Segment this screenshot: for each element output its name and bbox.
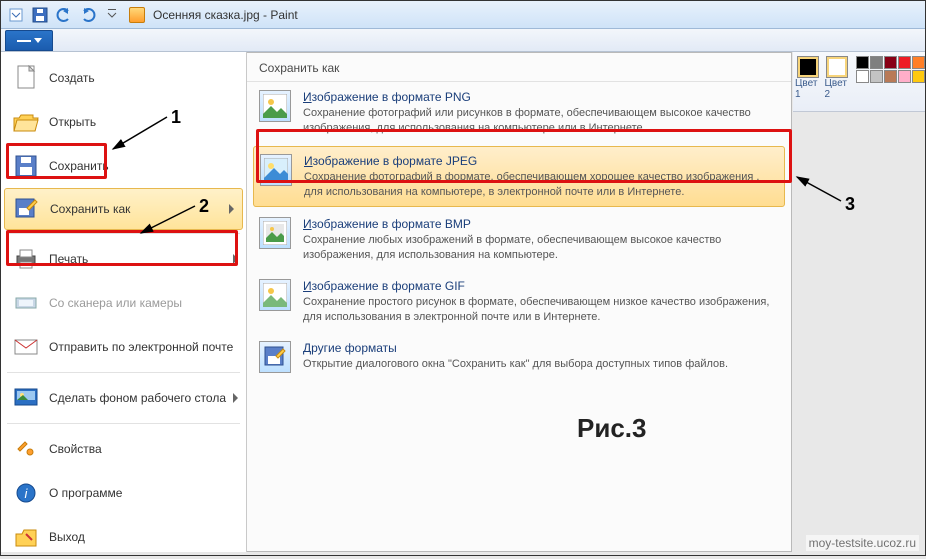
properties-icon [13,436,39,462]
format-gif[interactable]: Изображение в формате GIF Сохранение про… [247,271,791,333]
printer-icon [13,246,39,272]
exit-icon [13,524,39,550]
menu-label: Сохранить [49,159,109,173]
menu-open[interactable]: Открыть [1,100,246,144]
menu-label: Отправить по электронной почте [49,340,233,354]
file-tab-bar-icon [17,40,31,42]
email-icon [13,334,39,360]
annotation-number-3: 3 [845,194,855,215]
other-format-icon [259,341,291,373]
submenu-title: Сохранить как [247,53,791,82]
menu-label: Сделать фоном рабочего стола [49,391,226,405]
watermark: moy-testsite.ucoz.ru [806,535,919,551]
info-icon: i [13,480,39,506]
window-title: Осенняя сказка.jpg - Paint [153,8,298,22]
menu-scanner: Со сканера или камеры [1,281,246,325]
format-desc: Сохранение фотографий в формате, обеспеч… [304,170,778,200]
menu-wallpaper[interactable]: Сделать фоном рабочего стола [1,376,246,420]
file-menu-left: Создать Открыть Сохранить Сохранить как … [1,52,247,552]
submenu-arrow-icon [233,254,238,264]
bmp-icon [259,217,291,249]
qat-dropdown-icon[interactable] [5,4,27,26]
submenu-arrow-icon [233,393,238,403]
menu-label: Со сканера или камеры [49,296,182,310]
document-icon [129,7,145,23]
wallpaper-icon [13,385,39,411]
save-icon[interactable] [29,4,51,26]
gif-icon [259,279,291,311]
ribbon-tabs-row [1,29,925,52]
menu-label: Создать [49,71,95,85]
menu-exit[interactable]: Выход [1,515,246,559]
format-title: Изображение в формате BMP [303,217,779,231]
format-bmp[interactable]: Изображение в формате BMP Сохранение люб… [247,209,791,271]
save-as-submenu: Сохранить как Изображение в формате PNG … [247,52,792,552]
format-title: Изображение в формате PNG [303,90,779,104]
annotation-number-2: 2 [199,196,209,217]
format-desc: Сохранение простого рисунок в формате, о… [303,295,779,325]
menu-new[interactable]: Создать [1,56,246,100]
format-title: Изображение в формате JPEG [304,154,778,168]
title-bar: Осенняя сказка.jpg - Paint [1,1,925,29]
divider [7,233,240,234]
menu-print[interactable]: Печать [1,237,246,281]
submenu-arrow-icon [229,204,234,214]
menu-about[interactable]: i О программе [1,471,246,515]
format-desc: Сохранение фотографий или рисунков в фор… [303,106,779,136]
menu-properties[interactable]: Свойства [1,427,246,471]
menu-label: Сохранить как [50,202,130,216]
menu-save[interactable]: Сохранить [1,144,246,188]
divider [7,372,240,373]
menu-label: О программе [49,486,122,500]
undo-icon[interactable] [53,4,75,26]
format-jpeg[interactable]: Изображение в формате JPEG Сохранение фо… [253,146,785,208]
qat-customize-icon[interactable] [101,4,123,26]
menu-label: Свойства [49,442,102,456]
format-other[interactable]: Другие форматы Открытие диалогового окна… [247,333,791,381]
format-title: Другие форматы [303,341,728,355]
scanner-icon [13,290,39,316]
figure-caption: Рис.3 [577,413,646,444]
open-icon [13,109,39,135]
color-label: Цвет 2 [825,78,851,100]
png-icon [259,90,291,122]
color-label: Цвет 1 [795,78,821,100]
ribbon-colors-group: Цвет 1 Цвет 2 [793,52,925,112]
format-desc: Сохранение любых изображений в формате, … [303,233,779,263]
color-swatch-icon [797,56,819,78]
menu-email[interactable]: Отправить по электронной почте [1,325,246,369]
file-tab[interactable] [5,30,53,51]
format-png[interactable]: Изображение в формате PNG Сохранение фот… [247,82,791,144]
menu-label: Выход [49,530,85,544]
color-swatch-icon [826,56,848,78]
file-backstage: Создать Открыть Сохранить Сохранить как … [1,52,792,552]
quick-access-toolbar [5,4,123,26]
redo-icon[interactable] [77,4,99,26]
divider [7,423,240,424]
menu-label: Печать [49,252,88,266]
annotation-number-1: 1 [171,107,181,128]
format-desc: Открытие диалогового окна "Сохранить как… [303,357,728,372]
format-title: Изображение в формате GIF [303,279,779,293]
jpeg-icon [260,154,292,186]
color1-button[interactable]: Цвет 1 [795,56,821,100]
new-icon [13,65,39,91]
file-tab-arrow-icon [34,38,42,43]
menu-label: Открыть [49,115,96,129]
color-palette[interactable] [856,52,925,111]
save-disk-icon [13,153,39,179]
color2-button[interactable]: Цвет 2 [825,56,851,100]
save-as-icon [14,196,40,222]
